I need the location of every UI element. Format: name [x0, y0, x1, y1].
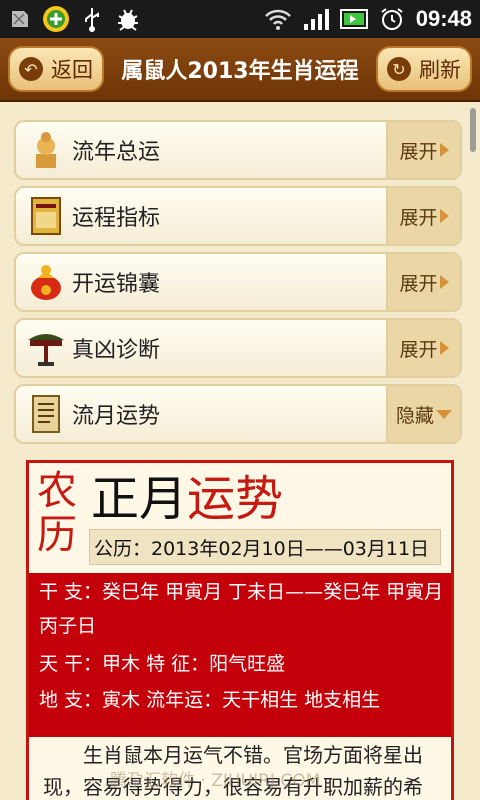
lucky-bag-icon [31, 265, 61, 300]
scroll-book-icon [31, 197, 61, 235]
section-label: 流月运势 [72, 404, 161, 429]
title-bar: ↶ 返回 属鼠人2013年生肖运程 ↻ 刷新 [0, 38, 480, 102]
wifi-icon [264, 5, 292, 33]
section-row-diagnosis[interactable]: 真凶诊断 展开 [14, 318, 462, 378]
month-title: 正月运势 [91, 469, 283, 529]
refresh-button[interactable]: ↻ 刷新 [376, 46, 472, 92]
section-row-annual[interactable]: 流年总运 展开 [14, 120, 462, 180]
calendar-scroll-icon [32, 395, 60, 433]
section-label: 流年总运 [72, 140, 161, 165]
battery-icon [339, 5, 368, 33]
arrow-down-icon [436, 409, 452, 419]
arrow-right-icon [439, 275, 449, 289]
toggle-label: 展开 [399, 140, 438, 163]
dizhi-text: 地 支：寅木 流年运：天干相生 地支相生 [39, 689, 381, 711]
month-name: 正月 [91, 471, 188, 527]
expand-toggle[interactable]: 展开 [386, 254, 460, 310]
shrine-icon [28, 334, 64, 366]
section-label: 运程指标 [72, 206, 161, 231]
fortune-word: 运势 [187, 471, 284, 527]
page-title: 属鼠人2013年生肖运程 [121, 59, 359, 84]
section-row-monthly[interactable]: 流月运势 隐藏 [14, 384, 462, 444]
debug-bug-icon [114, 5, 142, 33]
expand-toggle[interactable]: 展开 [386, 320, 460, 376]
section-row-lucky-bag[interactable]: 开运锦囊 展开 [14, 252, 462, 312]
arrow-right-icon [439, 209, 449, 223]
ganzhi-text: 干 支：癸巳年 甲寅月 丁未日——癸巳年 甲寅月 丙子日 [39, 581, 444, 637]
usb-icon [78, 5, 106, 33]
collapse-toggle[interactable]: 隐藏 [386, 386, 460, 442]
clock-time: 09:48 [415, 6, 472, 31]
content-area[interactable]: 流年总运 展开 运程指标 展开 开运锦囊 展开 真凶诊断 展开 流月运势 隐藏 … [0, 102, 480, 800]
section-label: 真凶诊断 [72, 338, 161, 363]
toggle-label: 隐藏 [395, 404, 434, 427]
seal-icon [36, 132, 56, 168]
signal-icon [302, 5, 330, 33]
ganzhi-info-band: 干 支：癸巳年 甲寅月 丁未日——癸巳年 甲寅月 丙子日 天 干：甲木 特 征：… [29, 573, 451, 737]
arrow-right-icon [439, 341, 449, 355]
status-bar: 09:48 [0, 0, 480, 38]
toggle-label: 展开 [399, 272, 438, 295]
app-plus-icon [42, 5, 70, 33]
arrow-right-icon [439, 143, 449, 157]
gregorian-date-range: 公历：2013年02月10日——03月11日 [89, 529, 441, 565]
toggle-label: 展开 [399, 338, 438, 361]
monthly-fortune-panel: 农历 正月运势 公历：2013年02月10日——03月11日 干 支：癸巳年 甲… [26, 460, 454, 800]
scrollbar[interactable] [470, 108, 476, 152]
expand-toggle[interactable]: 展开 [386, 188, 460, 244]
section-row-indicators[interactable]: 运程指标 展开 [14, 186, 462, 246]
refresh-button-label: 刷新 [419, 58, 461, 82]
watermark: 腾尕汇软件 · ZIHUIRJ.COM [110, 771, 321, 791]
refresh-icon: ↻ [387, 57, 411, 81]
tiangan-text: 天 干：甲木 特 征：阳气旺盛 [39, 653, 286, 675]
back-button-label: 返回 [51, 58, 93, 82]
expand-toggle[interactable]: 展开 [386, 122, 460, 178]
toggle-label: 展开 [399, 206, 438, 229]
section-label: 开运锦囊 [72, 272, 161, 297]
sd-card-icon [6, 5, 34, 33]
lunar-calendar-label: 农历 [37, 468, 77, 558]
back-arrow-icon: ↶ [19, 57, 43, 81]
alarm-icon [378, 5, 406, 33]
back-button[interactable]: ↶ 返回 [8, 46, 104, 92]
